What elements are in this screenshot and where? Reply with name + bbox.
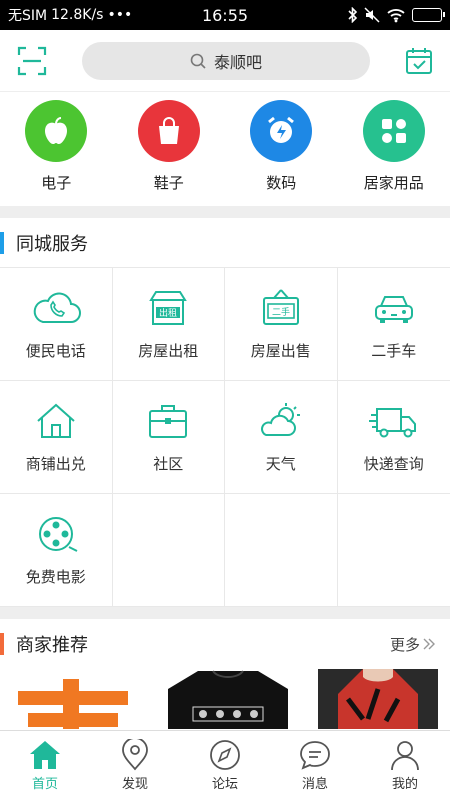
service-label: 房屋出租 — [138, 341, 199, 360]
mute-icon — [364, 7, 380, 23]
network-speed: 12.8K/s — [51, 7, 104, 23]
search-text: 泰顺吧 — [213, 52, 262, 72]
service-label: 便民电话 — [25, 341, 86, 360]
category-home[interactable]: 居家用品 — [339, 100, 449, 194]
delivery-truck-icon — [368, 407, 416, 437]
weather-icon — [260, 402, 300, 436]
category-row: 电子 鞋子 数码 居家用品 — [0, 92, 450, 206]
tab-label: 首页 — [31, 777, 58, 792]
category-label: 电子 — [41, 174, 72, 192]
tab-messages[interactable]: 消息 — [270, 731, 360, 800]
empty-cell — [337, 494, 450, 607]
service-used-car[interactable]: 二手车 — [337, 268, 450, 381]
category-label: 鞋子 — [153, 174, 184, 192]
service-movie[interactable]: 免费电影 — [0, 494, 113, 607]
house-icon — [37, 403, 75, 438]
bottom-tab-bar: 首页 发现 论坛 消息 我的 — [0, 730, 450, 800]
phone-cloud-icon — [33, 292, 81, 323]
user-icon — [391, 741, 419, 771]
compass-icon — [210, 740, 240, 770]
tab-label: 发现 — [121, 777, 148, 792]
service-label: 二手车 — [371, 341, 417, 360]
location-pin-icon — [122, 739, 148, 771]
header: 泰顺吧 — [0, 30, 450, 92]
accent-bar — [0, 231, 4, 254]
tab-label: 我的 — [391, 777, 418, 792]
category-digital[interactable]: 数码 — [226, 100, 336, 194]
divider — [0, 607, 450, 619]
house-rent-icon: 出租 — [149, 290, 188, 325]
more-label: 更多 — [389, 635, 420, 654]
tab-label: 论坛 — [211, 777, 238, 792]
category-electronics[interactable]: 电子 — [1, 100, 111, 194]
status-bar: 无SIM 12.8K/s ••• 16:55 — [0, 0, 450, 30]
category-shoes[interactable]: 鞋子 — [114, 100, 224, 194]
accent-bar — [0, 633, 4, 655]
divider — [0, 206, 450, 218]
battery-icon — [412, 8, 445, 22]
bluetooth-icon — [348, 7, 358, 23]
double-chevron-right-icon — [423, 638, 435, 650]
service-label: 天气 — [265, 454, 296, 473]
service-label: 免费电影 — [25, 567, 86, 586]
service-label: 社区 — [153, 454, 184, 473]
secondhand-sign-text: 二手 — [272, 306, 290, 318]
service-label: 快递查询 — [363, 454, 424, 473]
service-community[interactable]: 社区 — [112, 381, 225, 494]
tab-label: 消息 — [301, 777, 328, 792]
alarm-clock-icon — [250, 100, 313, 162]
secondhand-sign-icon: 二手 — [262, 288, 299, 325]
merchant-thumb[interactable] — [8, 669, 148, 729]
merchant-thumb[interactable] — [308, 669, 448, 729]
category-label: 居家用品 — [363, 174, 424, 192]
service-label: 商铺出兑 — [25, 454, 86, 473]
services-title: 同城服务 — [16, 233, 88, 255]
tab-forum[interactable]: 论坛 — [180, 731, 270, 800]
tab-home[interactable]: 首页 — [0, 731, 90, 800]
service-house-rent[interactable]: 出租 房屋出租 — [112, 268, 225, 381]
service-shop-transfer[interactable]: 商铺出兑 — [0, 381, 113, 494]
merchant-thumb[interactable] — [158, 669, 298, 729]
tab-discover[interactable]: 发现 — [90, 731, 180, 800]
home-icon — [30, 741, 60, 769]
empty-cell — [112, 494, 225, 607]
chat-bubble-icon — [300, 741, 330, 770]
car-icon — [374, 295, 413, 323]
scan-icon[interactable] — [16, 45, 48, 77]
services-header: 同城服务 — [0, 218, 450, 268]
service-phone[interactable]: 便民电话 — [0, 268, 113, 381]
film-reel-icon — [38, 516, 78, 552]
more-link[interactable]: 更多 — [390, 634, 436, 655]
service-weather[interactable]: 天气 — [225, 381, 338, 494]
calendar-check-icon[interactable] — [404, 46, 434, 76]
rent-sign-text: 出租 — [159, 307, 177, 319]
service-label: 房屋出售 — [250, 341, 311, 360]
home-goods-icon — [362, 100, 425, 162]
wifi-icon — [387, 9, 405, 23]
apple-icon — [25, 100, 88, 162]
search-icon — [190, 53, 206, 69]
tab-profile[interactable]: 我的 — [360, 731, 450, 800]
carrier-text: 无SIM — [8, 8, 48, 24]
briefcase-icon — [149, 404, 188, 438]
merchants-title: 商家推荐 — [16, 635, 88, 656]
service-house-sale[interactable]: 二手 房屋出售 — [225, 268, 338, 381]
shopping-bag-icon — [137, 100, 200, 162]
merchant-thumbnails — [0, 669, 450, 729]
more-dots: ••• — [107, 7, 133, 23]
merchants-header: 商家推荐 更多 — [0, 619, 450, 669]
search-bar[interactable]: 泰顺吧 — [82, 41, 370, 80]
services-grid: 便民电话 出租 房屋出租 二手 房屋出售 二手车 商铺出兑 社区 天气 快递查询… — [0, 268, 450, 607]
category-label: 数码 — [266, 174, 297, 192]
empty-cell — [225, 494, 338, 607]
service-express[interactable]: 快递查询 — [337, 381, 450, 494]
